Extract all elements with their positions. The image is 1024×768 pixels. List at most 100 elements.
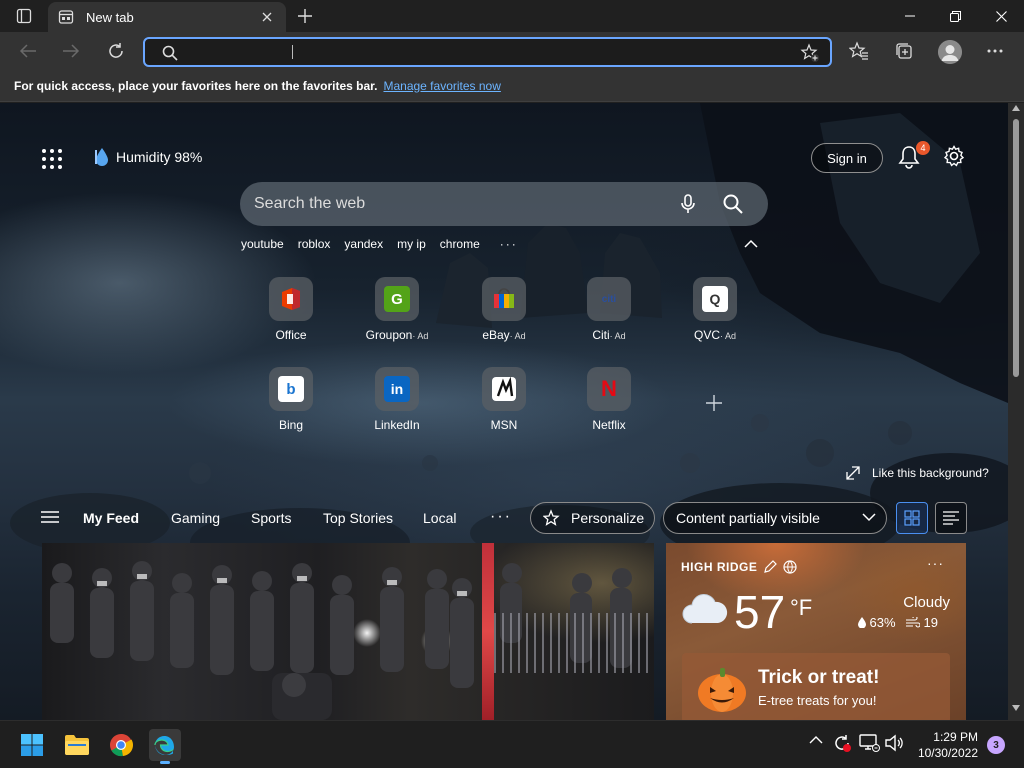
show-hidden-icons-chevron-icon[interactable] — [809, 735, 823, 745]
notification-center-badge[interactable]: 3 — [987, 736, 1005, 754]
list-view-button[interactable] — [935, 502, 967, 534]
refresh-button[interactable] — [100, 36, 132, 66]
news-card-photo[interactable] — [42, 543, 654, 720]
scrollbar-thumb[interactable] — [1013, 119, 1019, 377]
sign-in-button[interactable]: Sign in — [811, 143, 883, 173]
scroll-up-arrow-icon[interactable] — [1012, 105, 1020, 111]
weather-card[interactable]: HIGH RIDGE ··· 57 °F Cloudy 63% 19 Trick… — [666, 543, 966, 720]
favorites-star-icon — [849, 41, 868, 60]
personalize-button[interactable]: Personalize — [530, 502, 655, 534]
quick-link-bing[interactable]: b Bing — [251, 367, 331, 432]
quick-link-qvc[interactable]: Q QVC· Ad — [675, 277, 755, 342]
list-view-icon — [943, 511, 959, 525]
trick-or-treat-promo[interactable]: Trick or treat! E-tree treats for you! — [682, 653, 950, 720]
trending-link[interactable]: youtube — [241, 237, 284, 251]
close-tab-icon[interactable] — [258, 8, 276, 26]
minimize-button[interactable] — [887, 0, 933, 32]
add-shortcut-icon[interactable] — [706, 395, 722, 411]
office-logo-icon — [282, 288, 300, 310]
address-input[interactable] — [185, 42, 785, 62]
close-icon — [995, 10, 1007, 22]
page-scrollbar[interactable] — [1008, 103, 1024, 720]
cloud-icon — [682, 594, 728, 624]
red-stripe — [482, 543, 494, 720]
profile-avatar[interactable] — [938, 40, 962, 64]
feed-tab-my-feed[interactable]: My Feed — [83, 510, 139, 526]
tab-actions-icon — [16, 8, 32, 24]
globe-icon[interactable] — [783, 560, 797, 574]
collections-button[interactable] — [888, 36, 920, 66]
tab-actions-button[interactable] — [8, 4, 40, 28]
quick-link-groupon[interactable]: G Groupon· Ad — [357, 277, 437, 342]
start-button[interactable] — [16, 729, 48, 761]
content-visibility-dropdown[interactable]: Content partially visible — [663, 502, 887, 534]
weather-card-more-icon[interactable]: ··· — [927, 555, 944, 571]
quick-link-office[interactable]: Office — [251, 277, 331, 342]
grid-view-button[interactable] — [896, 502, 928, 534]
system-clock[interactable]: 1:29 PM 10/30/2022 — [914, 729, 978, 761]
waffle-grid-icon — [42, 149, 62, 169]
feed-tab-top-stories[interactable]: Top Stories — [323, 510, 393, 526]
like-background-link[interactable]: Like this background? — [846, 466, 989, 480]
quick-link-msn[interactable]: MSN — [464, 367, 544, 432]
tab-new-tab[interactable]: New tab — [48, 2, 286, 32]
sync-status-icon[interactable] — [832, 733, 852, 753]
scroll-down-arrow-icon[interactable] — [1012, 705, 1020, 711]
edge-taskbar-button[interactable] — [149, 729, 181, 764]
forward-button[interactable] — [55, 36, 87, 66]
trending-link[interactable]: chrome — [440, 237, 480, 251]
trending-link[interactable]: roblox — [298, 237, 331, 251]
wind-icon — [905, 617, 920, 628]
back-button[interactable] — [12, 36, 44, 66]
chevron-up-icon[interactable] — [744, 239, 758, 249]
chrome-logo-icon — [110, 733, 133, 757]
weather-widget-mini[interactable]: Humidity 98% — [92, 147, 202, 167]
chevron-down-icon — [862, 513, 876, 522]
msn-tile — [482, 367, 526, 411]
manage-favorites-link[interactable]: Manage favorites now — [383, 79, 500, 93]
feed-tab-sports[interactable]: Sports — [251, 510, 291, 526]
edge-logo-icon — [154, 736, 174, 755]
feed-tab-gaming[interactable]: Gaming — [171, 510, 220, 526]
notifications-button[interactable]: 4 — [898, 141, 930, 171]
search-icon[interactable] — [722, 193, 744, 215]
notification-count-badge: 4 — [916, 141, 930, 155]
quick-link-netflix[interactable]: N Netflix — [569, 367, 649, 432]
plus-icon — [298, 9, 312, 23]
back-arrow-icon — [19, 44, 36, 58]
favorites-button[interactable] — [843, 36, 875, 66]
web-search-input[interactable] — [254, 193, 654, 215]
text-cursor — [292, 45, 293, 59]
microphone-icon[interactable] — [677, 193, 699, 215]
quick-link-ebay[interactable]: eBay· Ad — [464, 277, 544, 342]
settings-and-more-button[interactable] — [979, 36, 1011, 66]
network-icon[interactable] — [858, 733, 880, 753]
search-icon — [162, 45, 178, 61]
trending-link[interactable]: my ip — [397, 237, 426, 251]
add-favorite-icon[interactable] — [800, 43, 820, 63]
chrome-taskbar-button[interactable] — [105, 729, 137, 761]
new-tab-page: Humidity 98% Sign in 4 youtube roblox ya… — [0, 103, 1008, 720]
quick-link-linkedin[interactable]: in LinkedIn — [357, 367, 437, 432]
more-feed-tabs-icon[interactable]: ··· — [490, 508, 512, 526]
volume-icon[interactable] — [884, 733, 904, 753]
page-settings-button[interactable] — [943, 145, 967, 169]
quick-link-citi[interactable]: citi Citi· Ad — [569, 277, 649, 342]
feed-tab-local[interactable]: Local — [423, 510, 456, 526]
weather-stats: 63% 19 — [857, 615, 949, 630]
restore-button[interactable] — [932, 0, 978, 32]
new-tab-button[interactable] — [292, 4, 318, 28]
forward-arrow-icon — [63, 44, 80, 58]
address-bar[interactable] — [143, 37, 832, 67]
file-explorer-taskbar-button[interactable] — [61, 729, 93, 761]
more-trending-icon[interactable]: ··· — [500, 237, 518, 251]
clock-date: 10/30/2022 — [917, 746, 978, 760]
ebay-bag-icon — [494, 288, 514, 308]
edit-pencil-icon[interactable] — [763, 560, 778, 574]
web-search-box[interactable] — [240, 182, 768, 226]
trending-link[interactable]: yandex — [344, 237, 383, 251]
close-window-button[interactable] — [978, 0, 1024, 32]
clock-time: 1:29 PM — [933, 730, 978, 744]
hamburger-menu-icon[interactable] — [41, 510, 59, 524]
app-launcher-button[interactable] — [40, 147, 64, 171]
